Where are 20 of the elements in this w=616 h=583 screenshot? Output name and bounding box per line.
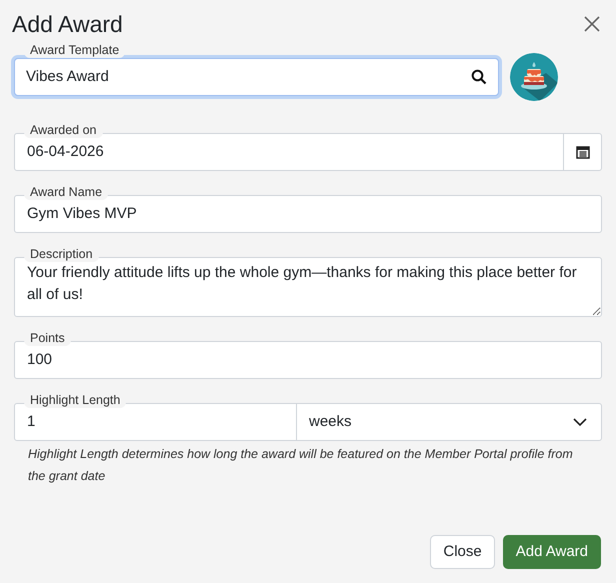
search-icon[interactable] — [471, 69, 487, 85]
cake-icon — [510, 53, 558, 101]
field-label: Description — [24, 246, 99, 262]
field-label: Awarded on — [24, 122, 102, 138]
unit-dropdown[interactable]: weeks — [297, 403, 602, 441]
text-field[interactable]: 100 — [14, 341, 602, 379]
close-button[interactable]: Close — [430, 535, 495, 569]
text-field[interactable]: Gym Vibes MVP — [14, 195, 602, 233]
add-award-button[interactable]: Add Award — [502, 535, 601, 569]
field-label: Award Template — [24, 42, 126, 58]
close-icon[interactable] — [582, 14, 602, 34]
field-label: Points — [24, 330, 71, 346]
dialog-title: Add Award — [12, 12, 123, 36]
field-label: Award Name — [24, 184, 108, 200]
help-text: Highlight Length determines how long the award will be featured on the Member Portal profile from the grant date — [27, 446, 574, 485]
date-field[interactable]: 06-04-2026 — [14, 133, 602, 171]
calendar-icon[interactable] — [576, 145, 590, 159]
chevron-down-icon — [573, 418, 587, 426]
field-label: Highlight Length — [24, 392, 126, 408]
search-field[interactable]: Vibes Award — [14, 58, 499, 96]
